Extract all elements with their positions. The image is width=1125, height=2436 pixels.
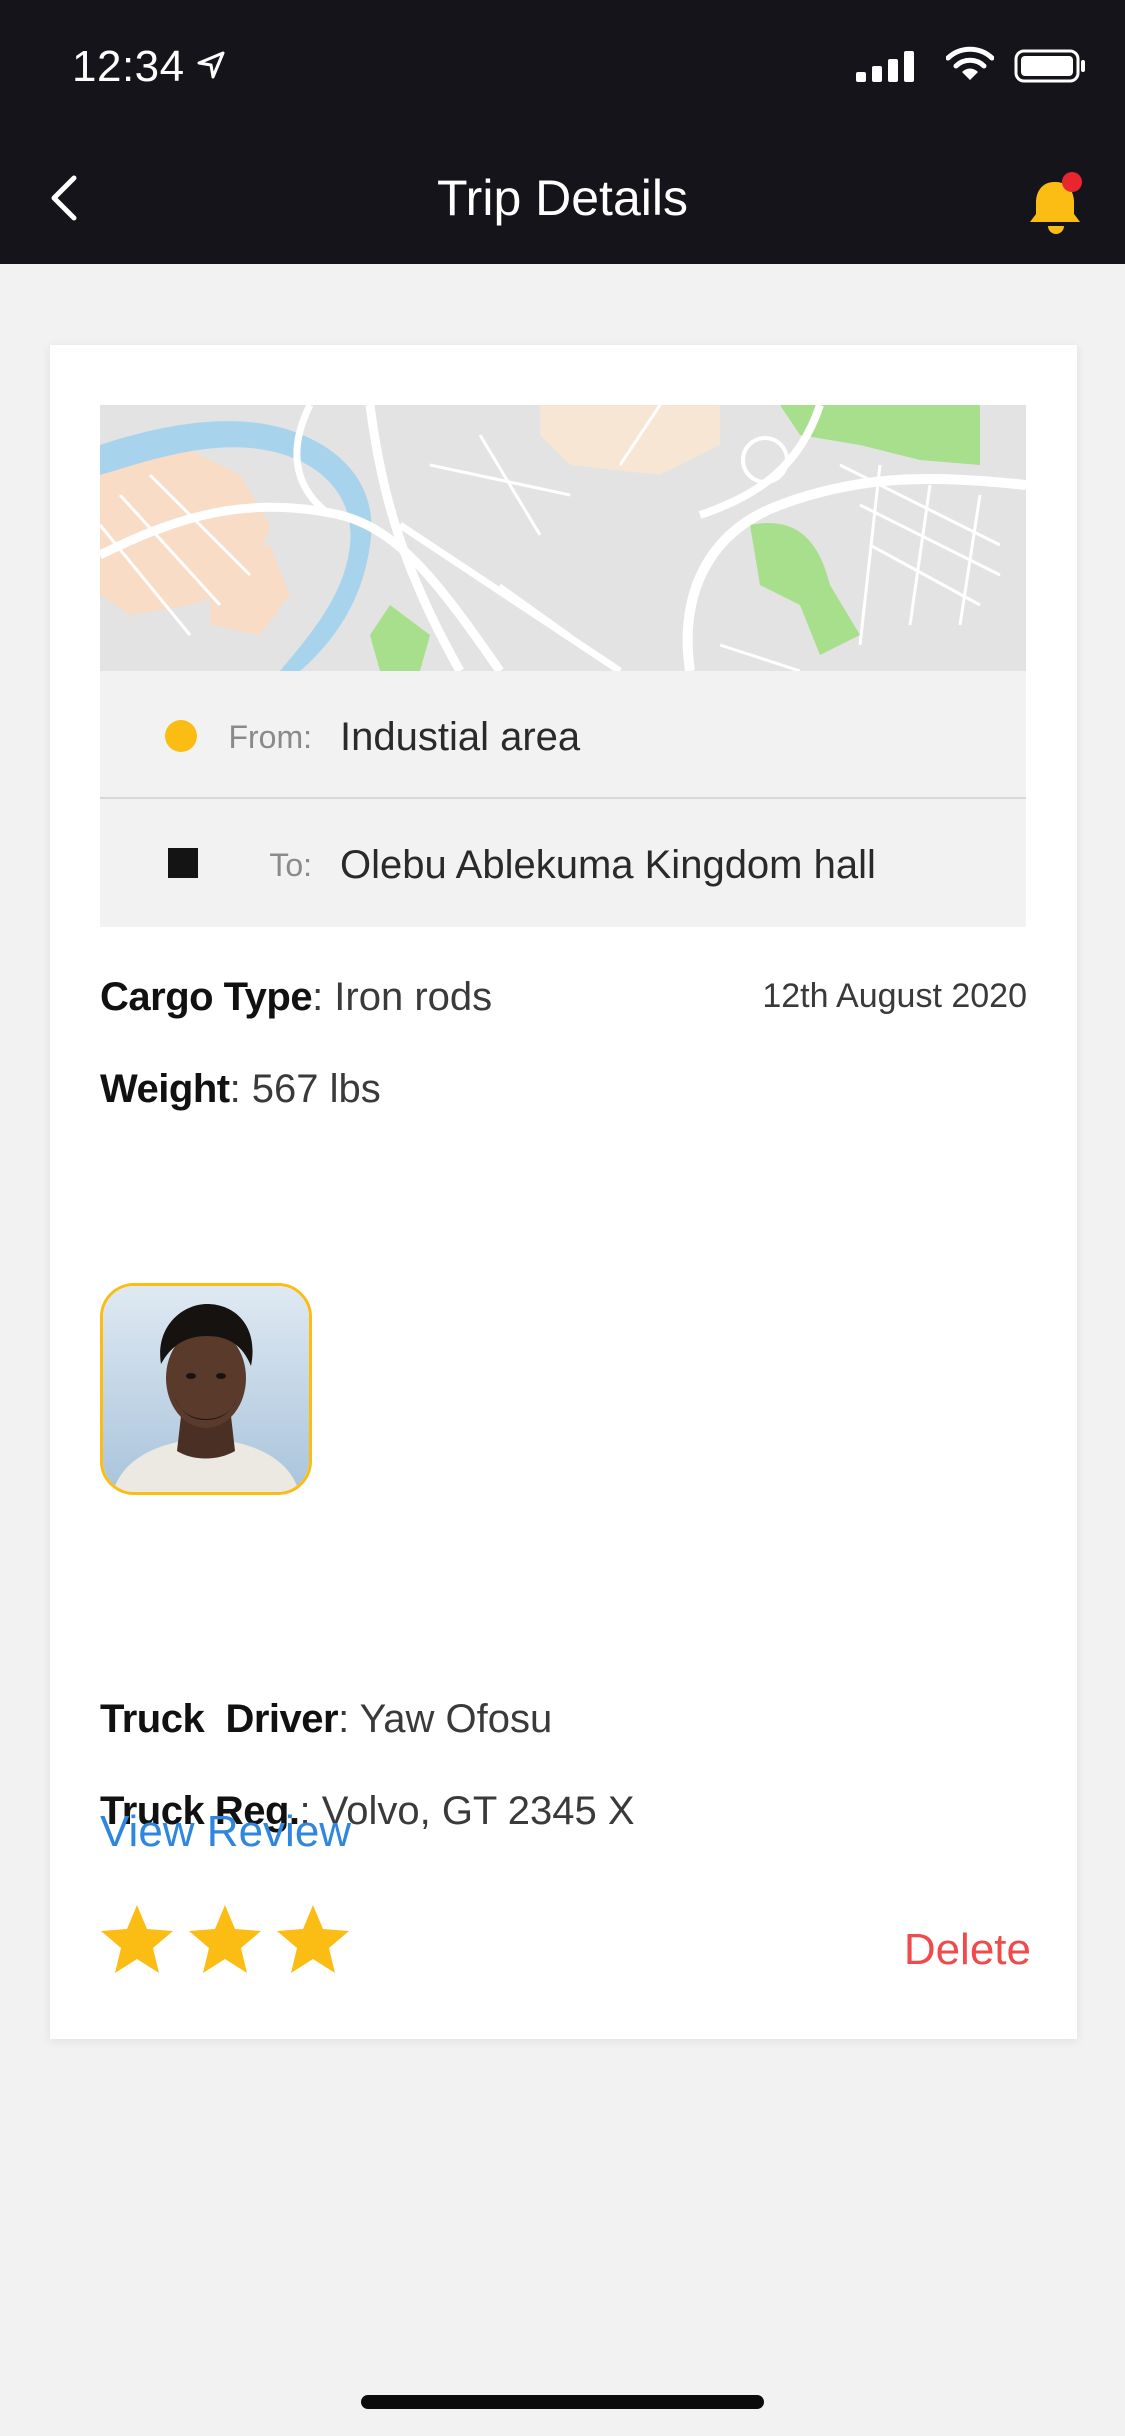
- route-to-row: To: Olebu Ablekuma Kingdom hall: [100, 799, 1026, 927]
- page-title: Trip Details: [437, 170, 688, 226]
- top-bar: 12:34 Trip Details: [0, 0, 1125, 264]
- from-value: Industial area: [340, 715, 581, 759]
- location-arrow-icon: [197, 51, 225, 79]
- driver-avatar: [100, 1283, 312, 1495]
- delete-button[interactable]: Delete: [904, 1925, 1031, 1975]
- route-from-row: From: Industial area: [100, 671, 1026, 799]
- rating-stars: [100, 1903, 370, 1988]
- star-icon: [101, 1905, 173, 1973]
- destination-square-icon: [168, 848, 198, 878]
- trip-card: From: Industial area To: Olebu Ablekuma …: [50, 345, 1077, 2039]
- cargo-type-line: Cargo Type: Iron rods: [100, 975, 492, 1020]
- cargo-type-value: : Iron rods: [312, 975, 493, 1019]
- to-value: Olebu Ablekuma Kingdom hall: [340, 843, 876, 887]
- route-map[interactable]: [100, 405, 1026, 671]
- map-image: [100, 405, 1026, 671]
- notification-dot: [1062, 172, 1082, 192]
- status-time: 12:34: [72, 42, 185, 91]
- home-indicator: [361, 2395, 764, 2409]
- route-panel: From: Industial area To: Olebu Ablekuma …: [100, 671, 1026, 927]
- star-icon: [277, 1905, 349, 1973]
- cargo-type-label: Cargo Type: [100, 975, 313, 1019]
- truck-driver-label: Truck Driver: [100, 1697, 339, 1741]
- to-label: To:: [269, 847, 312, 883]
- truck-driver-value: : Yaw Ofosu: [338, 1697, 553, 1741]
- battery-icon: [1014, 49, 1085, 83]
- truck-driver-line: Truck Driver: Yaw Ofosu: [100, 1697, 552, 1742]
- bell-icon[interactable]: [1024, 170, 1088, 238]
- driver-photo: [103, 1286, 309, 1492]
- weight-line: Weight: 567 lbs: [100, 1067, 381, 1112]
- from-label: From:: [228, 719, 312, 755]
- origin-dot-icon: [165, 720, 197, 752]
- trip-date: 12th August 2020: [762, 977, 1027, 1015]
- weight-value: : 567 lbs: [229, 1067, 381, 1111]
- signal-icon: [856, 51, 914, 82]
- wifi-icon: [946, 46, 994, 80]
- weight-label: Weight: [100, 1067, 230, 1111]
- view-review-link[interactable]: View Review: [100, 1807, 351, 1857]
- star-icon: [189, 1905, 261, 1973]
